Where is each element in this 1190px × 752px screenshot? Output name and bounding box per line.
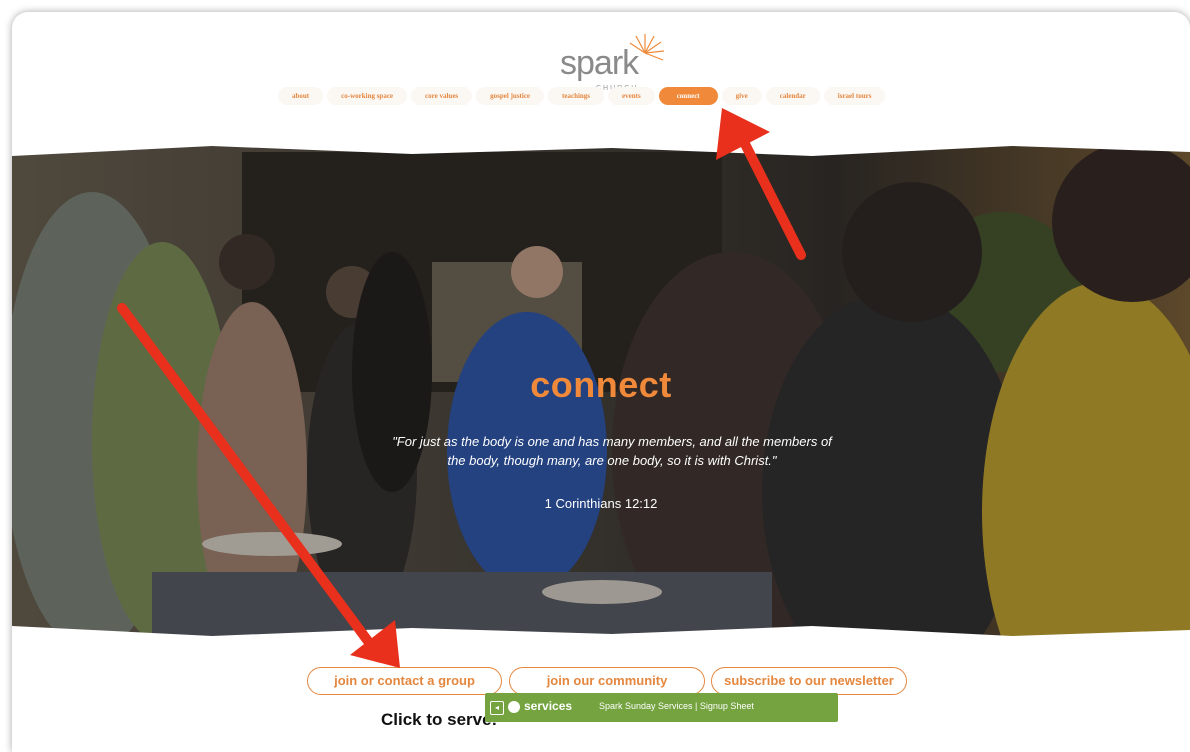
browser-page: spark CHURCH about co-working space core… <box>12 12 1190 752</box>
nav-item-events[interactable]: events <box>608 87 655 105</box>
hero-verse-reference: 1 Corinthians 12:12 <box>544 496 658 511</box>
join-community-button[interactable]: join our community <box>509 667 705 695</box>
nav-item-gospel-justice[interactable]: gospel justice <box>476 87 545 105</box>
signup-widget[interactable]: ◂ services Spark Sunday Services | Signu… <box>485 693 838 722</box>
spark-church-logo[interactable]: spark CHURCH <box>560 28 670 92</box>
nav-item-about[interactable]: about <box>278 87 324 105</box>
nav-item-co-working-space[interactable]: co-working space <box>327 87 408 105</box>
subscribe-newsletter-button[interactable]: subscribe to our newsletter <box>711 667 907 695</box>
hero-quote: "For just as the body is one and has man… <box>392 434 832 468</box>
services-logo-text: services <box>524 699 573 713</box>
previous-arrow-icon[interactable]: ◂ <box>490 701 504 715</box>
nav-item-israel-tours[interactable]: israel tours <box>823 87 886 105</box>
hero-title: connect <box>530 364 672 405</box>
nav-item-connect[interactable]: connect <box>658 87 718 105</box>
signup-sheet-title[interactable]: Spark Sunday Services | Signup Sheet <box>599 701 754 711</box>
services-logo-icon <box>508 701 520 713</box>
nav-item-calendar[interactable]: calendar <box>765 87 820 105</box>
nav-item-give[interactable]: give <box>721 87 762 105</box>
nav-item-core-values[interactable]: core values <box>411 87 473 105</box>
logo-wordmark: spark <box>560 44 639 82</box>
hero-banner: connect "For just as the body is one and… <box>12 142 1190 640</box>
serve-label: Click to serve: <box>381 710 498 729</box>
join-group-button[interactable]: join or contact a group <box>307 667 502 695</box>
main-nav: about co-working space core values gospe… <box>278 87 886 105</box>
nav-item-teachings[interactable]: teachings <box>548 87 605 105</box>
